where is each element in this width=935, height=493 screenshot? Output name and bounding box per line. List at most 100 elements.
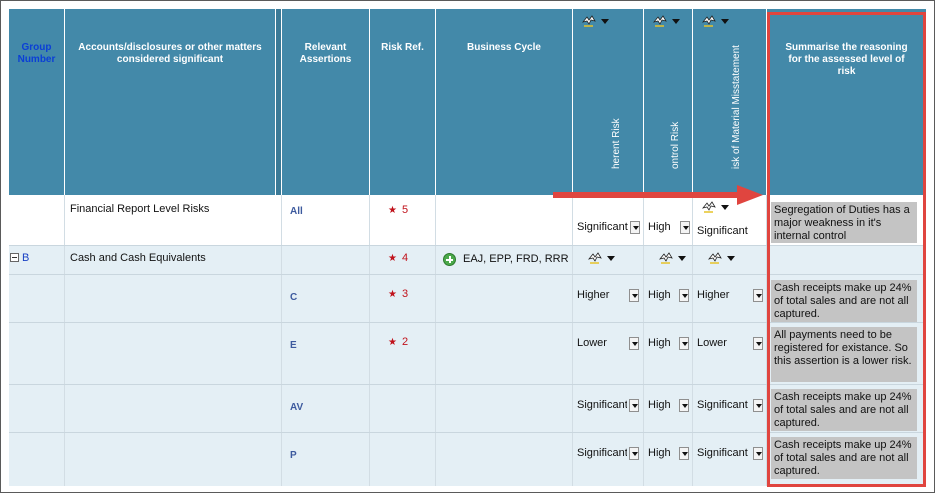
cell-material-misstatement <box>693 246 767 274</box>
dropdown-arrow-icon[interactable] <box>753 398 763 412</box>
dropdown-arrow-icon[interactable] <box>679 220 690 234</box>
header-group-number[interactable]: Group Number <box>9 9 64 195</box>
rmm-value: Lower <box>697 337 727 349</box>
header-group-number-label: Group Number <box>17 42 56 65</box>
control-risk-menu[interactable] <box>652 15 680 28</box>
cell-control-risk: High <box>644 323 693 384</box>
cell-business-cycle <box>436 323 573 384</box>
control-risk-menu[interactable] <box>658 252 686 265</box>
inherent-risk-select[interactable]: Significant <box>577 398 639 412</box>
cell-material-misstatement: Lower <box>693 323 767 384</box>
cell-inherent-risk: Higher <box>573 275 644 322</box>
lightning-icon <box>658 252 673 264</box>
dropdown-arrow-icon[interactable] <box>753 336 763 350</box>
cell-business-cycle <box>436 433 573 486</box>
rmm-value: Significant <box>697 447 748 459</box>
dropdown-arrow-icon[interactable] <box>629 288 639 302</box>
annotation-arrow <box>553 185 763 205</box>
lightning-icon <box>587 252 602 264</box>
inherent-risk-select[interactable]: Significant <box>577 446 639 460</box>
rmm-select[interactable]: Lower <box>697 336 763 350</box>
dropdown-arrow-icon[interactable] <box>753 288 763 302</box>
inherent-risk-select[interactable]: Significant <box>577 220 640 234</box>
dropdown-arrow-icon[interactable] <box>679 336 689 350</box>
control-risk-value: High <box>648 399 671 411</box>
risk-ref-link[interactable]: ★ 5 <box>388 204 408 216</box>
assertion-link[interactable]: P <box>290 450 297 461</box>
dropdown-arrow-icon[interactable] <box>753 446 763 460</box>
header-business-cycle-label: Business Cycle <box>467 42 541 53</box>
dropdown-arrow-icon[interactable] <box>629 446 639 460</box>
cell-risk-ref: ★ 3 <box>370 275 436 322</box>
header-splitter[interactable] <box>276 9 281 195</box>
highlight-box <box>767 12 926 487</box>
dropdown-arrow-icon[interactable] <box>629 398 639 412</box>
cell-control-risk: High <box>644 433 693 486</box>
inherent-risk-menu[interactable] <box>581 15 609 28</box>
cell-account <box>65 433 282 486</box>
cell-assertion <box>282 246 370 274</box>
cell-group <box>9 323 65 384</box>
header-control-risk[interactable]: ontrol Risk <box>644 9 692 195</box>
cell-control-risk: High <box>644 275 693 322</box>
rmm-select[interactable]: Significant <box>697 398 763 412</box>
control-risk-select[interactable]: High <box>648 446 689 460</box>
account-label: Financial Report Level Risks <box>70 203 210 215</box>
cell-account: Cash and Cash Equivalents <box>65 246 282 274</box>
dropdown-arrow-icon[interactable] <box>629 220 640 234</box>
header-inherent-risk[interactable]: herent Risk <box>573 9 643 195</box>
control-risk-select[interactable]: High <box>648 220 690 234</box>
risk-ref-link[interactable]: ★ 4 <box>388 252 408 264</box>
group-link[interactable]: B <box>22 252 29 264</box>
rmm-menu[interactable] <box>707 252 735 265</box>
cell-risk-ref: ★ 4 <box>370 246 436 274</box>
minus-box-icon[interactable] <box>10 253 19 262</box>
assertion-link[interactable]: All <box>290 206 303 217</box>
inherent-risk-value: Significant <box>577 399 627 411</box>
header-assertions-label: Relevant Assertions <box>299 42 352 65</box>
cell-account <box>65 323 282 384</box>
cell-inherent-risk: Significant <box>573 433 644 486</box>
plus-circle-icon[interactable] <box>443 253 456 266</box>
dropdown-arrow-icon[interactable] <box>679 288 689 302</box>
risk-ref-link[interactable]: ★ 3 <box>388 288 408 300</box>
control-risk-select[interactable]: High <box>648 398 689 412</box>
inherent-risk-value: Significant <box>577 447 627 459</box>
assertion-link[interactable]: AV <box>290 402 303 413</box>
cell-risk-ref <box>370 433 436 486</box>
rmm-select[interactable]: Higher <box>697 288 763 302</box>
chevron-down-icon <box>607 256 615 261</box>
star-icon: ★ <box>388 289 397 300</box>
dropdown-arrow-icon[interactable] <box>679 446 689 460</box>
rmm-select[interactable]: Significant <box>697 446 763 460</box>
star-icon: ★ <box>388 337 397 348</box>
header-assertions[interactable]: Relevant Assertions <box>282 9 369 195</box>
control-risk-select[interactable]: High <box>648 336 689 350</box>
assertion-link[interactable]: C <box>290 292 297 303</box>
header-material-misstatement[interactable]: isk of Material Misstatement <box>693 9 766 195</box>
assertion-link[interactable]: E <box>290 340 297 351</box>
lightning-icon <box>701 15 716 27</box>
cell-assertion: C <box>282 275 370 322</box>
header-business-cycle[interactable]: Business Cycle <box>436 9 572 195</box>
chevron-down-icon <box>721 205 729 210</box>
header-risk-ref[interactable]: Risk Ref. <box>370 9 435 195</box>
rmm-select[interactable]: Significant <box>697 224 748 238</box>
rmm-value: Significant <box>697 225 748 237</box>
cell-group <box>9 275 65 322</box>
chevron-down-icon <box>678 256 686 261</box>
header-risk-ref-label: Risk Ref. <box>381 42 424 53</box>
inherent-risk-select[interactable]: Higher <box>577 288 639 302</box>
cell-assertion: AV <box>282 385 370 432</box>
header-accounts[interactable]: Accounts/disclosures or other matters co… <box>65 9 275 195</box>
dropdown-arrow-icon[interactable] <box>679 398 689 412</box>
control-risk-select[interactable]: High <box>648 288 689 302</box>
business-cycle-text[interactable]: EAJ, EPP, FRD, RRR <box>463 253 569 265</box>
material-misstatement-menu[interactable] <box>701 15 729 28</box>
inherent-risk-menu[interactable] <box>587 252 615 265</box>
risk-ref-link[interactable]: ★ 2 <box>388 336 408 348</box>
control-risk-value: High <box>648 289 671 301</box>
dropdown-arrow-icon[interactable] <box>629 336 639 350</box>
control-risk-value: High <box>648 337 671 349</box>
inherent-risk-select[interactable]: Lower <box>577 336 639 350</box>
